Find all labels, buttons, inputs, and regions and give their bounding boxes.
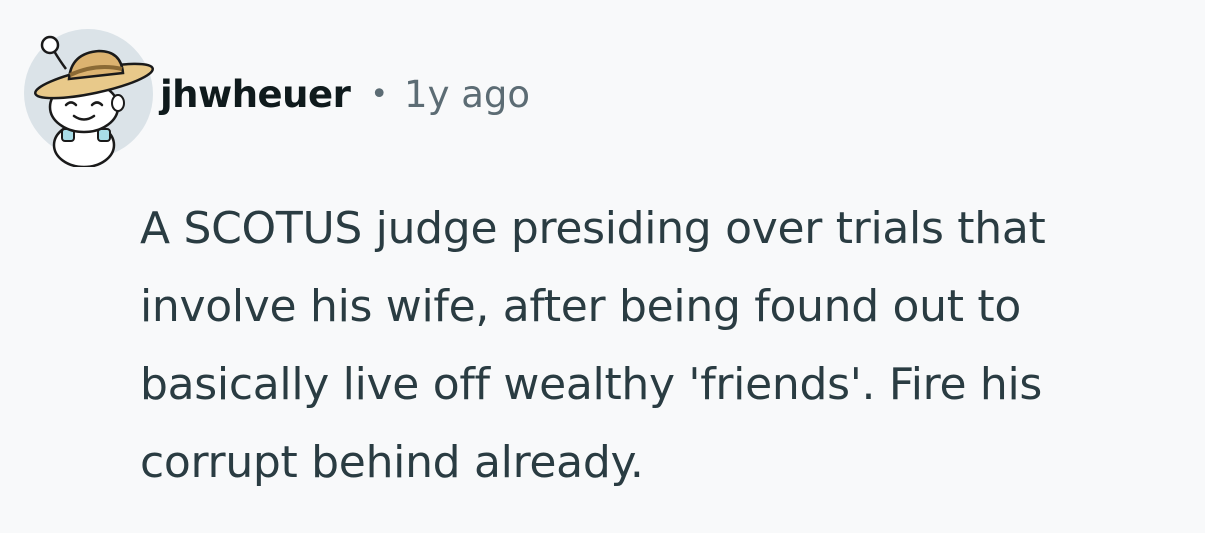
meta-separator: • xyxy=(370,76,389,112)
comment-body: A SCOTUS judge presiding over trials tha… xyxy=(140,203,1046,488)
user-avatar[interactable] xyxy=(24,29,154,167)
snoo-avatar-icon xyxy=(25,30,154,167)
comment-timestamp[interactable]: 1y ago xyxy=(404,73,530,116)
comment-meta: jhwheuer • 1y ago xyxy=(160,73,530,116)
username-link[interactable]: jhwheuer xyxy=(160,73,351,116)
comment-header: jhwheuer • 1y ago xyxy=(24,28,530,167)
comment: jhwheuer • 1y ago A SCOTUS judge presidi… xyxy=(0,0,1205,533)
